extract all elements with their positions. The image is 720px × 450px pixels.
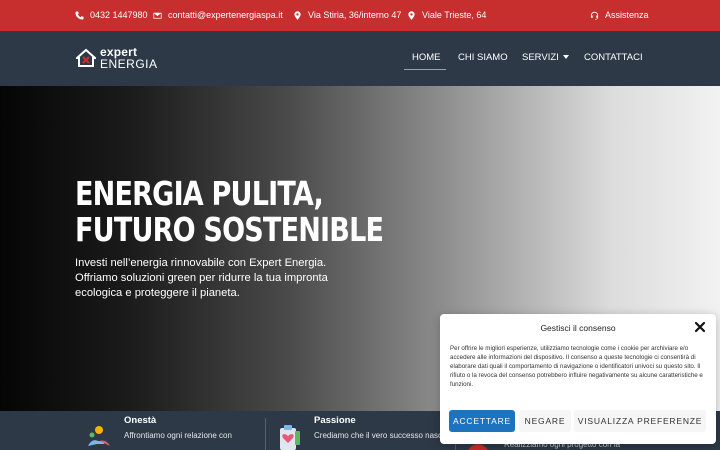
phone-text: 0432 1447980	[90, 10, 148, 20]
top-contact-bar: 0432 1447980 contatti@expertenergiaspa.i…	[0, 0, 720, 31]
feature-passione-desc: Crediamo che il vero successo nasca	[314, 431, 447, 440]
phone-icon	[75, 10, 84, 20]
nav-home[interactable]: HOME	[412, 52, 441, 63]
feature-passione: Passione Crediamo che il vero successo n…	[314, 415, 447, 440]
view-preferences-button[interactable]: VISUALIZZA PREFERENZE	[574, 410, 706, 432]
nav-servizi[interactable]: SERVIZI	[522, 52, 569, 63]
feature-onesta-desc: Affrontiamo ogni relazione con	[124, 431, 232, 440]
house-logo-icon	[76, 48, 96, 67]
feature-onesta-title: Onestà	[124, 415, 157, 426]
location-pin-icon	[408, 10, 415, 20]
deny-button[interactable]: NEGARE	[519, 410, 571, 432]
hero-title-line-2: FUTURO SOSTENIBLE	[75, 210, 384, 249]
expert-energia-logo[interactable]: expert ENERGIA	[76, 45, 158, 72]
logo-text-energia: ENERGIA	[100, 57, 158, 71]
hero-lead: Investi nell’energia rinnovabile con Exp…	[75, 257, 328, 299]
phone-link[interactable]: 0432 1447980	[75, 10, 148, 20]
email-text: contatti@expertenergiaspa.it	[168, 10, 283, 20]
address-1-text: Via Stiria, 36/interno 47	[308, 10, 402, 20]
feature-divider	[265, 418, 266, 450]
feature-passione-title: Passione	[314, 415, 356, 426]
address-1: Via Stiria, 36/interno 47	[293, 10, 401, 20]
email-link[interactable]: contatti@expertenergiaspa.it	[153, 10, 283, 20]
address-2-text: Viale Trieste, 64	[422, 10, 487, 20]
clipboard-heart-icon	[280, 425, 300, 450]
chevron-down-icon	[562, 55, 569, 60]
handshake-icon	[88, 426, 110, 446]
accept-button[interactable]: ACCETTARE	[449, 410, 515, 432]
location-pin-icon	[294, 10, 301, 20]
consent-title: Gestisci il consenso	[540, 323, 616, 333]
nav-chi-siamo[interactable]: CHI SIAMO	[458, 52, 508, 63]
feature-onesta: Onestà Affrontiamo ogni relazione con	[124, 415, 232, 440]
address-2: Viale Trieste, 64	[407, 10, 486, 20]
nav-contattaci[interactable]: CONTATTACI	[584, 52, 643, 63]
consent-text: Per offrire le migliori esperienze, util…	[450, 345, 703, 388]
envelope-icon	[153, 12, 162, 19]
close-icon[interactable]	[694, 321, 706, 333]
hero-title-line-1: ENERGIA PULITA,	[75, 174, 324, 213]
nav-servizi-label: SERVIZI	[522, 52, 559, 63]
assistance-link[interactable]: Assistenza	[590, 10, 649, 20]
cookie-consent-dialog: Gestisci il consenso Per offrire le migl…	[440, 314, 716, 444]
hero-title: ENERGIA PULITA, FUTURO SOSTENIBLE	[75, 174, 384, 249]
headset-icon	[590, 11, 599, 20]
assistance-text: Assistenza	[605, 10, 649, 20]
nav-active-indicator	[404, 69, 446, 70]
